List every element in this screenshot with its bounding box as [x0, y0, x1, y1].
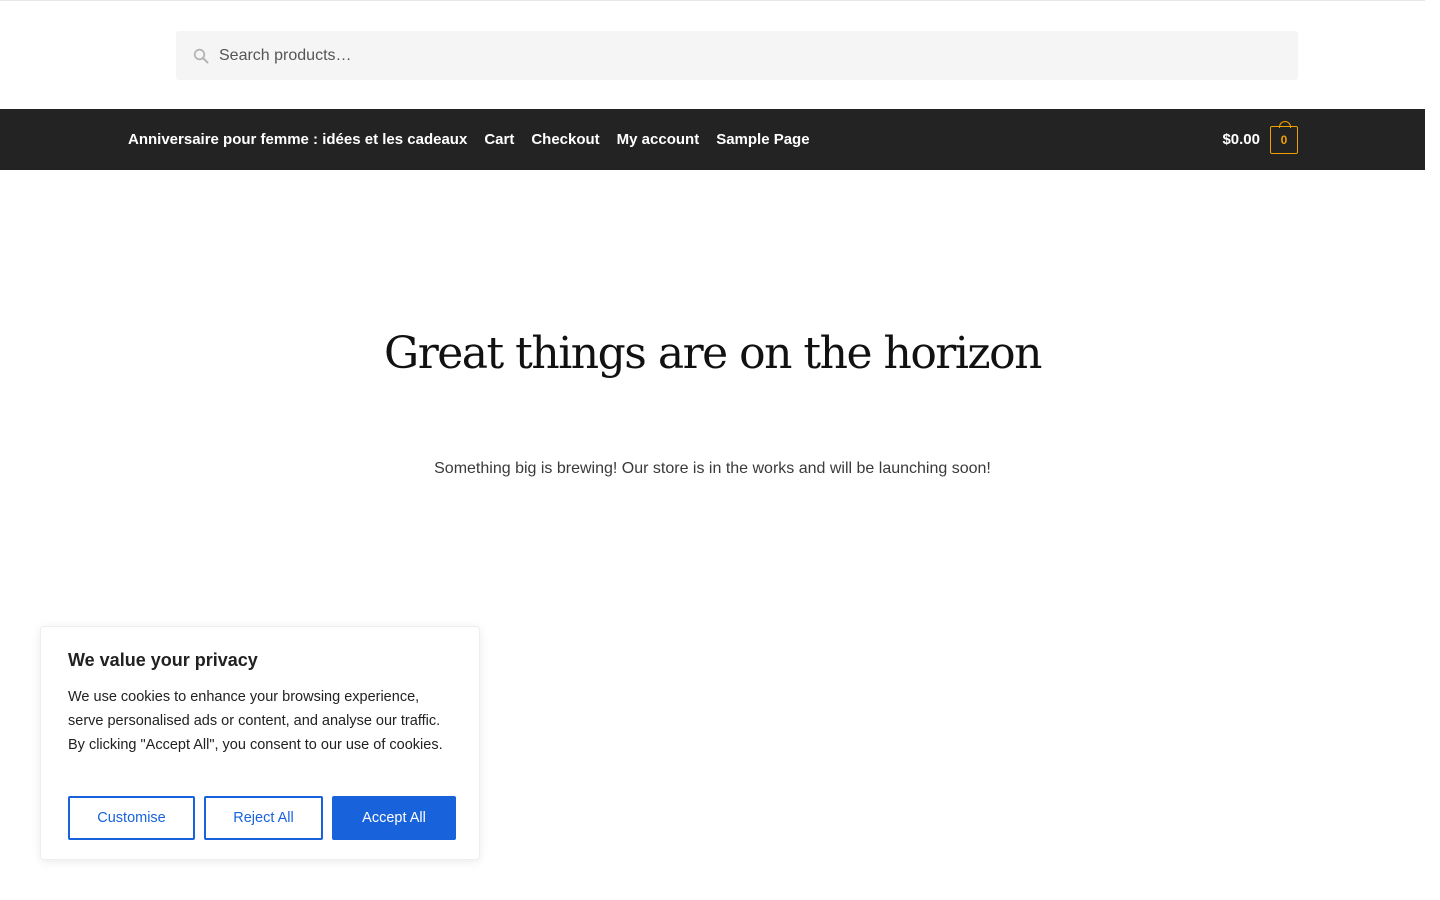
cookie-button-group: Customise Reject All Accept All	[68, 796, 456, 840]
nav-item-cart[interactable]: Cart	[484, 131, 514, 148]
reject-all-button[interactable]: Reject All	[204, 796, 323, 840]
nav-menu: Anniversaire pour femme : idées et les c…	[128, 109, 827, 170]
header-cart[interactable]: $0.00 0	[1222, 109, 1298, 170]
nav-item-anniversaire[interactable]: Anniversaire pour femme : idées et les c…	[128, 131, 467, 148]
cart-total: $0.00	[1222, 131, 1260, 148]
primary-navigation: Anniversaire pour femme : idées et les c…	[0, 109, 1425, 170]
product-search	[176, 31, 1298, 80]
customise-button[interactable]: Customise	[68, 796, 195, 840]
cookie-consent-banner: We value your privacy We use cookies to …	[40, 626, 480, 860]
nav-item-sample-page[interactable]: Sample Page	[716, 131, 809, 148]
search-input[interactable]	[176, 31, 1298, 80]
top-divider	[0, 0, 1425, 1]
cookie-description: We use cookies to enhance your browsing …	[68, 689, 443, 753]
cookie-title: We value your privacy	[68, 650, 258, 670]
accept-all-button[interactable]: Accept All	[332, 796, 456, 840]
page-title: Great things are on the horizon	[384, 328, 1042, 379]
cart-bag-icon: 0	[1270, 120, 1298, 154]
nav-item-my-account[interactable]: My account	[617, 131, 700, 148]
cart-count-badge: 0	[1280, 132, 1288, 147]
nav-item-checkout[interactable]: Checkout	[531, 131, 599, 148]
page-subtitle: Something big is brewing! Our store is i…	[434, 460, 991, 477]
